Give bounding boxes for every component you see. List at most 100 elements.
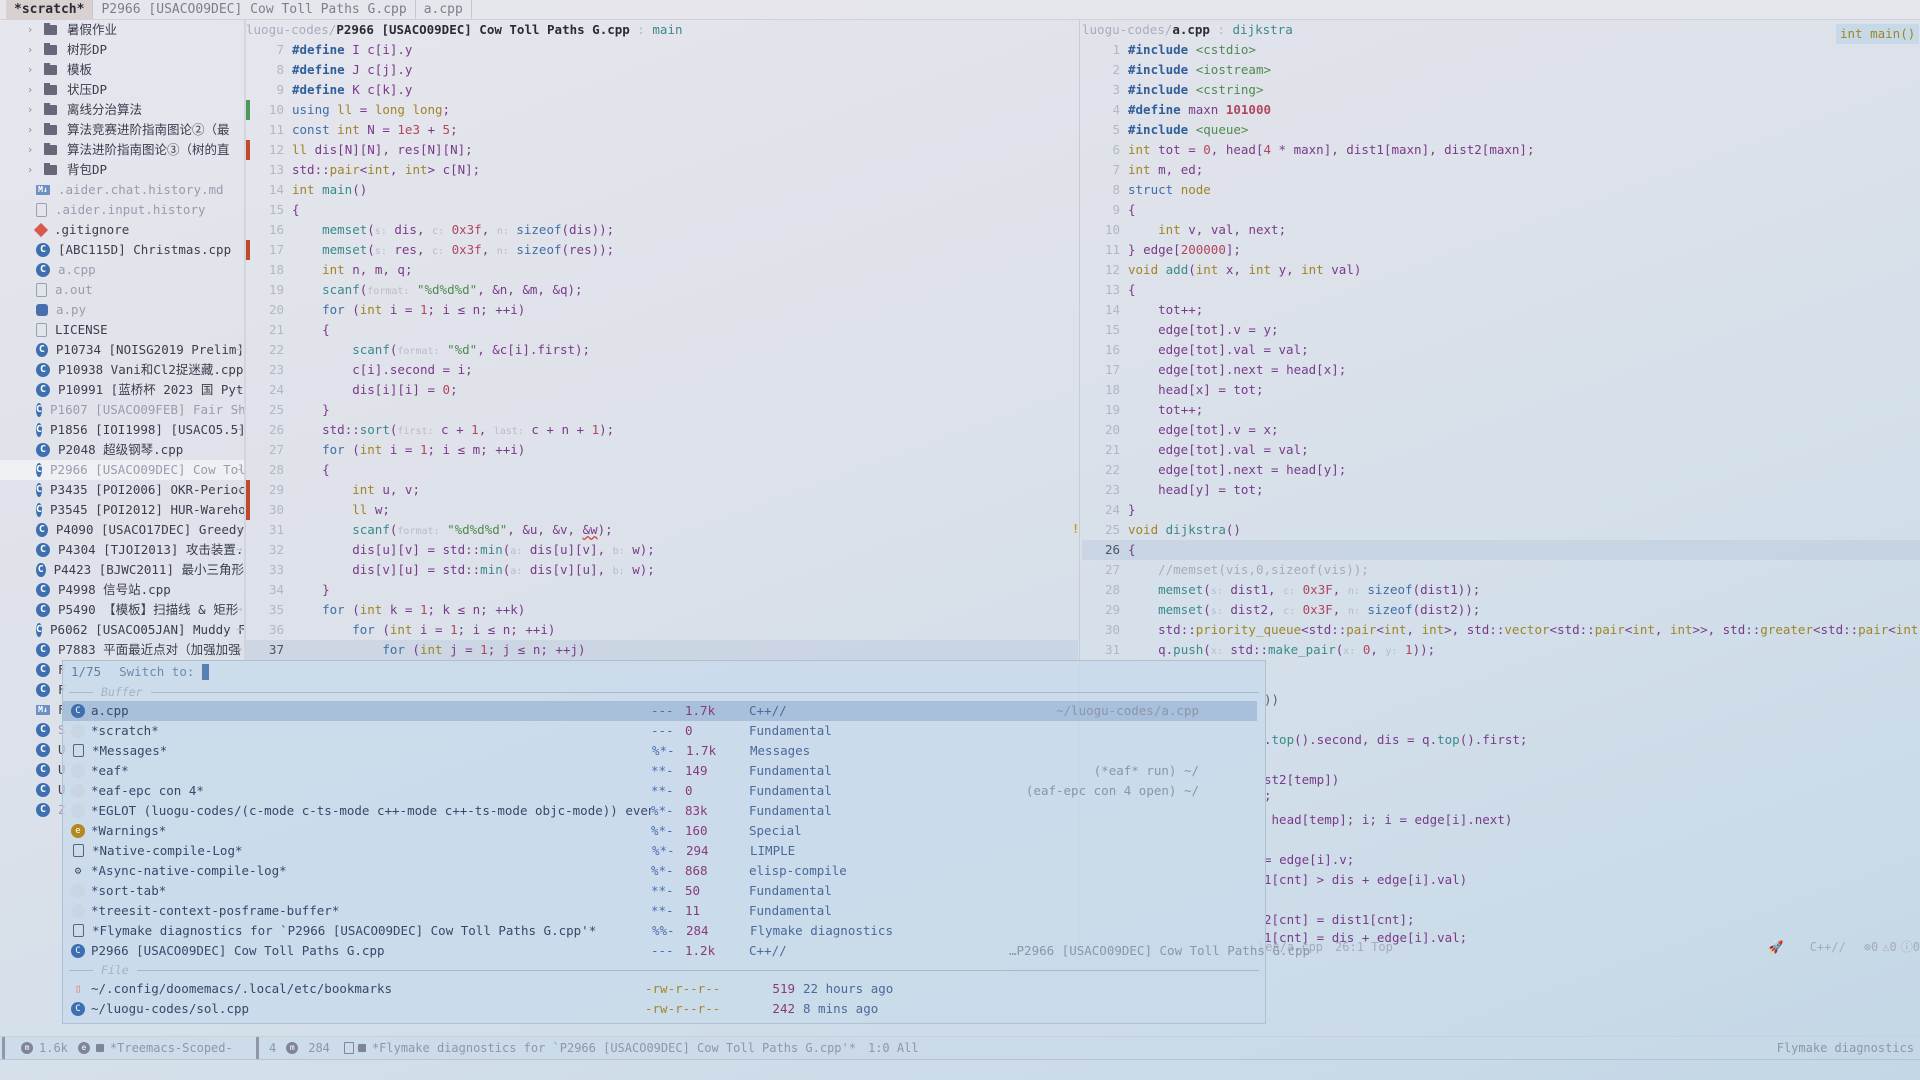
code-line[interactable]: 25 void dijkstra() [1082,520,1920,540]
warning-indicator-icon[interactable]: ! [1072,522,1079,536]
code-line[interactable]: 8 #define J c[j].y [246,60,1078,80]
line-number[interactable]: 14 [246,180,292,200]
buffer-candidate[interactable]: e *Warnings* %*- 160 Special [63,821,1265,841]
line-number[interactable]: 15 [1082,320,1128,340]
line-number[interactable]: 18 [246,260,292,280]
tree-file[interactable]: C P5490 【模板】扫描线 & 矩形 → [0,600,244,620]
tree-file[interactable]: C P7883 平面最近点对（加强加强 → [0,640,244,660]
editor-left[interactable]: luogu-codes/P2966 [USACO09DEC] Cow Toll … [246,20,1078,660]
line-number[interactable]: 34 [246,580,292,600]
code-line[interactable]: 28 { [246,460,1078,480]
line-number[interactable]: 31 [246,520,292,540]
line-number[interactable]: 16 [1082,340,1128,360]
tree-folder[interactable]: › 状压DP [0,80,244,100]
breadcrumb-file[interactable]: a.cpp [1172,22,1210,37]
code-line[interactable]: 30 std::priority_queue<std::pair<int, in… [1082,620,1920,640]
line-number[interactable]: 35 [246,600,292,620]
line-number[interactable]: 14 [1082,300,1128,320]
code-line[interactable]: 19 scanf(format: "%d%d%d", &n, &m, &q); [246,280,1078,300]
line-number[interactable]: 27 [246,440,292,460]
tree-file[interactable]: a.py [0,300,244,320]
line-number[interactable]: 20 [1082,420,1128,440]
git-gutter-modified-marker[interactable] [246,240,250,260]
tree-file[interactable]: C [ABC115D] Christmas.cpp [0,240,244,260]
file-candidate[interactable]: C ~/luogu-codes/sol.cpp -rw-r--r-- 242 8… [63,999,1265,1019]
tree-file[interactable]: LICENSE [0,320,244,340]
line-number[interactable]: 30 [246,500,292,520]
chevron-right-icon[interactable]: › [24,80,36,100]
line-number[interactable]: 12 [1082,260,1128,280]
code-line[interactable]: 2 #include <iostream> [1082,60,1920,80]
line-number[interactable]: 32 [246,540,292,560]
tab-a-cpp[interactable]: a.cpp [416,0,472,19]
tree-file[interactable]: C P3545 [POI2012] HUR-Wareho → [0,500,244,520]
code-line[interactable]: 3 #include <cstring> [1082,80,1920,100]
buffer-candidate[interactable]: *Flymake diagnostics for `P2966 [USACO09… [63,921,1265,941]
tree-folder[interactable]: › 算法进阶指南图论③（树的直 [0,140,244,160]
code-line[interactable]: 29 memset(s: dist2, c: 0x3F, n: sizeof(d… [1082,600,1920,620]
code-line[interactable]: 30 ll w; [246,500,1078,520]
code-line[interactable]: 26 std::sort(first: c + 1, last: c + n +… [246,420,1078,440]
line-number[interactable]: 27 [1082,560,1128,580]
line-number[interactable]: 16 [246,220,292,240]
tab-p2966[interactable]: P2966 [USACO09DEC] Cow Toll Paths G.cpp [93,0,416,19]
buffer-candidate[interactable]: *scratch* --- 0 Fundamental [63,721,1265,741]
line-number[interactable]: 22 [246,340,292,360]
line-number[interactable]: 37 [246,640,292,660]
code-line[interactable]: 24 dis[i][i] = 0; [246,380,1078,400]
code-line[interactable]: 12 void add(int x, int y, int val) [1082,260,1920,280]
buffer-candidate[interactable]: ⚙ *Async-native-compile-log* %*- 868 eli… [63,861,1265,881]
line-number[interactable]: 29 [246,480,292,500]
code-line[interactable]: 11 const int N = 1e3 + 5; [246,120,1078,140]
info-count[interactable]: 0 [1913,938,1920,956]
line-number[interactable]: 8 [246,60,292,80]
tree-file[interactable]: C P4090 [USACO17DEC] Greedy → [0,520,244,540]
line-number[interactable]: 30 [1082,620,1128,640]
error-count[interactable]: 0 [1871,938,1878,956]
breadcrumb-file[interactable]: P2966 [USACO09DEC] Cow Toll Paths G.cpp [336,22,630,37]
line-number[interactable]: 28 [1082,580,1128,600]
modeline-mode[interactable]: Flymake diagnostics [1777,1037,1914,1059]
code-line[interactable]: 25 } [246,400,1078,420]
buffer-candidate[interactable]: C P2966 [USACO09DEC] Cow Toll Paths G.cp… [63,941,1310,961]
line-number[interactable]: 13 [1082,280,1128,300]
code-area[interactable]: 7 #define I c[i].y 8 #define J c[j].y 9 #defi… [246,40,1078,660]
line-number[interactable]: 21 [246,320,292,340]
breadcrumb-function[interactable]: main [652,22,682,37]
code-line[interactable]: 22 edge[tot].next = head[y]; [1082,460,1920,480]
code-line[interactable]: 20 for (int i = 1; i ≤ n; ++i) [246,300,1078,320]
line-number[interactable]: 21 [1082,440,1128,460]
code-line[interactable]: 13{ [1082,280,1920,300]
tree-file[interactable]: C P10938 Vani和Cl2捉迷藏.cpp [0,360,244,380]
line-number[interactable]: 1 [1082,40,1128,60]
tree-file[interactable]: C P4998 信号站.cpp [0,580,244,600]
code-line[interactable]: 9{ [1082,200,1920,220]
code-line[interactable]: 17 memset(s: res, c: 0x3f, n: sizeof(res… [246,240,1078,260]
line-number[interactable]: 10 [246,100,292,120]
code-line[interactable]: 10 using ll = long long; [246,100,1078,120]
line-number[interactable]: 26 [1082,540,1128,560]
code-line[interactable]: 14 int main() [246,180,1078,200]
code-line[interactable]: 5 #include <queue> [1082,120,1920,140]
line-number[interactable]: 20 [246,300,292,320]
line-number[interactable]: 9 [246,80,292,100]
code-line[interactable]: 22 scanf(format: "%d", &c[i].first); [246,340,1078,360]
code-line[interactable]: 14 tot++; [1082,300,1920,320]
code-line[interactable]: 4 #define maxn 101000 [1082,100,1920,120]
line-number[interactable]: 25 [1082,520,1128,540]
tree-folder[interactable]: › 算法竞赛进阶指南图论②（最 [0,120,244,140]
code-line[interactable]: 31 scanf(format: "%d%d%d", &u, &v, &w); [246,520,1078,540]
tree-file[interactable]: C P4304 [TJOI2013] 攻击装置. → [0,540,244,560]
line-number[interactable]: 3 [1082,80,1128,100]
line-number[interactable]: 24 [1082,500,1128,520]
code-line[interactable]: 23 c[i].second = i; [246,360,1078,380]
line-number[interactable]: 33 [246,560,292,580]
code-line[interactable]: 26{ [1082,540,1920,560]
chevron-right-icon[interactable]: › [24,140,36,160]
tree-folder[interactable]: › 离线分治算法 [0,100,244,120]
code-line[interactable]: 7 #define I c[i].y [246,40,1078,60]
modeline-buffer[interactable]: *Treemacs-Scoped- [110,1037,233,1059]
code-line[interactable]: 1 #include <cstdio> [1082,40,1920,60]
code-line[interactable]: 10 int v, val, next; [1082,220,1920,240]
chevron-right-icon[interactable]: › [24,100,36,120]
